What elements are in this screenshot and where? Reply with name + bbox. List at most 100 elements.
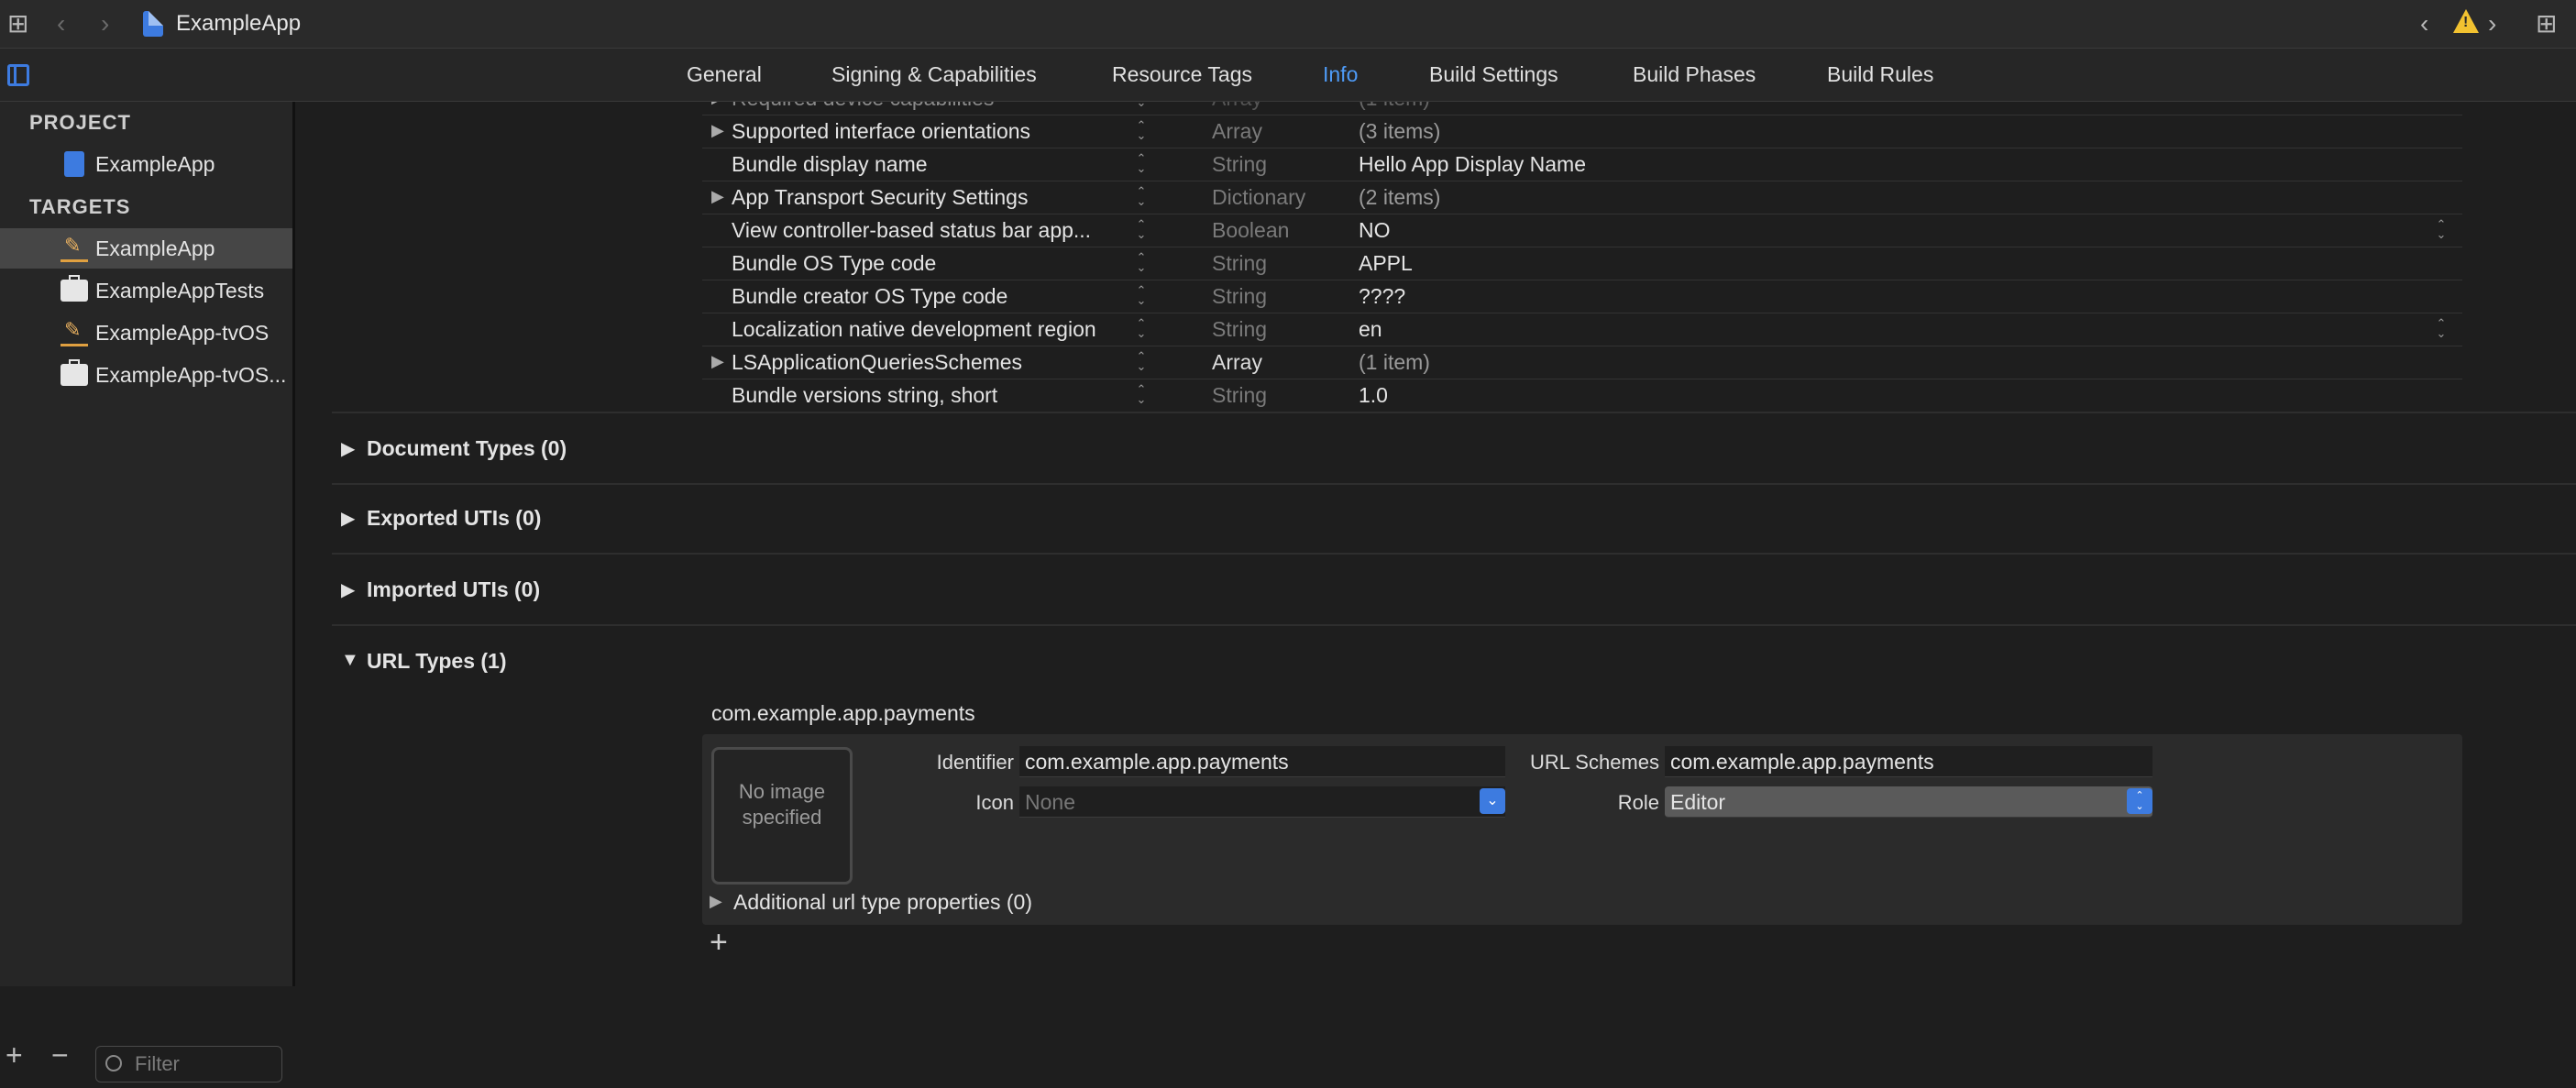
disclosure-triangle-icon[interactable]: ▶	[711, 102, 724, 107]
plist-value: (2 items)	[1359, 185, 1441, 209]
back-chevron-icon[interactable]: ‹	[57, 0, 65, 48]
url-schemes-field[interactable]: com.example.app.payments	[1665, 746, 2152, 777]
identifier-label: Identifier	[936, 751, 1014, 774]
key-stepper-icon[interactable]: ⌃⌄	[1135, 218, 1148, 241]
key-stepper-icon[interactable]: ⌃⌄	[1135, 152, 1148, 175]
add-url-type-button[interactable]: +	[710, 925, 728, 961]
sidebar-item-label: ExampleApp-tvOS	[95, 321, 270, 345]
section-url-types[interactable]: ▼ URL Types (1)	[332, 626, 2576, 696]
plist-value[interactable]: APPL	[1359, 247, 1413, 280]
tab-info[interactable]: Info	[1323, 49, 1358, 101]
plist-row[interactable]: ▶ Required device capabilities ⌃⌄ Array …	[702, 102, 2462, 115]
editor-tab-bar: General Signing & Capabilities Resource …	[0, 49, 2576, 102]
filter-field[interactable]: Filter	[95, 1046, 282, 1083]
plist-key: Bundle display name	[732, 152, 928, 176]
url-schemes-label: URL Schemes	[1529, 751, 1659, 774]
disclosure-triangle-icon[interactable]: ▶	[341, 437, 355, 460]
previous-issue-icon[interactable]: ‹	[2420, 0, 2428, 48]
disclosure-triangle-icon[interactable]: ▶	[710, 892, 722, 911]
project-navigator: PROJECT ExampleApp TARGETS ExampleApp Ex…	[0, 102, 295, 1083]
role-label: Role	[1617, 791, 1659, 814]
sidebar-item-label: ExampleAppTests	[95, 279, 265, 302]
icon-label: Icon	[975, 791, 1014, 814]
grid-icon[interactable]: ⊞	[7, 0, 28, 48]
navigator-toggle-icon[interactable]	[7, 64, 29, 86]
tab-resource-tags[interactable]: Resource Tags	[1112, 49, 1252, 101]
sidebar-item-target[interactable]: ExampleAppTests	[0, 270, 292, 311]
key-stepper-icon[interactable]: ⌃⌄	[1135, 317, 1148, 340]
disclosure-triangle-icon[interactable]: ▶	[341, 578, 355, 601]
value-popup-icon[interactable]: ⌃ ⌄	[2435, 317, 2448, 340]
sidebar-item-project[interactable]: ExampleApp	[0, 144, 292, 184]
plist-value[interactable]: NO	[1359, 214, 1391, 247]
disclosure-triangle-icon[interactable]: ▶	[711, 352, 724, 371]
sidebar-item-label: ExampleApp-tvOS...	[95, 363, 287, 387]
app-title[interactable]: ExampleApp	[176, 0, 301, 48]
plist-value[interactable]: ????	[1359, 280, 1405, 313]
additional-properties-row[interactable]: Additional url type properties (0)	[733, 890, 1032, 915]
project-file-icon	[143, 11, 163, 37]
plist-type: Dictionary	[1212, 185, 1306, 209]
tab-general[interactable]: General	[687, 49, 762, 101]
key-stepper-icon[interactable]: ⌃⌄	[1135, 119, 1148, 142]
disclosure-triangle-icon[interactable]: ▶	[711, 121, 724, 140]
plist-row[interactable]: Bundle display name ⌃ ⌄ String Hello App …	[702, 148, 2462, 181]
chevron-down-icon[interactable]: ⌄	[1480, 788, 1505, 814]
plist-key: View controller-based status bar app...	[732, 218, 1092, 242]
filter-placeholder: Filter	[135, 1052, 180, 1075]
identifier-field[interactable]: com.example.app.payments	[1019, 746, 1505, 777]
warning-icon[interactable]: !	[2453, 9, 2479, 33]
plist-key: LSApplicationQueriesSchemes	[732, 350, 1023, 374]
tab-build-settings[interactable]: Build Settings	[1429, 49, 1558, 101]
project-icon	[64, 151, 84, 177]
key-stepper-icon[interactable]: ⌃⌄	[1135, 350, 1148, 373]
section-title: URL Types (1)	[367, 649, 507, 673]
icon-select[interactable]: None ⌄	[1019, 786, 1505, 818]
remove-target-button[interactable]: −	[51, 1039, 69, 1072]
sidebar-item-label: ExampleApp	[95, 152, 215, 176]
key-stepper-icon[interactable]: ⌃⌄	[1135, 284, 1148, 307]
tab-signing-capabilities[interactable]: Signing & Capabilities	[831, 49, 1037, 101]
next-issue-icon[interactable]: ›	[2488, 0, 2496, 48]
section-document-types[interactable]: ▶ Document Types (0)	[332, 412, 2576, 485]
section-exported-utis[interactable]: ▶ Exported UTIs (0)	[332, 483, 2576, 555]
disclosure-triangle-icon[interactable]: ▶	[711, 187, 724, 206]
plist-row[interactable]: Bundle versions string, short ⌃ ⌄ String …	[702, 379, 2462, 412]
plist-type: Array	[1212, 119, 1262, 143]
value-popup-icon[interactable]: ⌃ ⌄	[2435, 218, 2448, 241]
icon-select-value: None	[1025, 790, 1075, 814]
url-icon-well[interactable]: No image specified	[711, 747, 853, 885]
stepper-icon[interactable]: ⌃ ⌄	[2127, 788, 2152, 814]
role-select-value: Editor	[1670, 790, 1726, 814]
sidebar-item-target[interactable]: ExampleApp-tvOS	[0, 313, 292, 353]
tab-build-rules[interactable]: Build Rules	[1827, 49, 1933, 101]
plist-row[interactable]: ▶ App Transport Security Settings ⌃ ⌄ Dic…	[702, 181, 2462, 214]
plist-row[interactable]: View controller-based status bar app... …	[702, 214, 2462, 247]
add-target-button[interactable]: +	[6, 1039, 23, 1072]
key-stepper-icon[interactable]: ⌃⌄	[1135, 383, 1148, 406]
plist-type: Array	[1212, 350, 1262, 374]
add-editor-icon[interactable]: ⊞	[2536, 0, 2557, 48]
plist-value[interactable]: 1.0	[1359, 379, 1388, 412]
key-stepper-icon[interactable]: ⌃⌄	[1135, 185, 1148, 208]
plist-type: Array	[1212, 102, 1262, 115]
key-stepper-icon[interactable]: ⌃⌄	[1135, 251, 1148, 274]
plist-type: String	[1212, 152, 1268, 176]
plist-row[interactable]: ▶ LSApplicationQueriesSchemes ⌃ ⌄ Array (…	[702, 346, 2462, 379]
plist-row[interactable]: Bundle OS Type code ⌃ ⌄ String APPL	[702, 247, 2462, 280]
key-stepper-icon[interactable]: ⌃⌄	[1135, 102, 1148, 109]
plist-row[interactable]: Localization native development region ⌃…	[702, 313, 2462, 346]
tab-build-phases[interactable]: Build Phases	[1633, 49, 1756, 101]
plist-row[interactable]: ▶ Supported interface orientations ⌃ ⌄ Ar…	[702, 115, 2462, 148]
forward-chevron-icon[interactable]: ›	[101, 0, 109, 48]
role-select[interactable]: Editor ⌃ ⌄	[1665, 786, 2152, 818]
plist-value[interactable]: Hello App Display Name	[1359, 148, 1586, 181]
plist-value[interactable]: en	[1359, 313, 1382, 346]
sidebar-item-target[interactable]: ExampleApp-tvOS...	[0, 355, 292, 395]
section-imported-utis[interactable]: ▶ Imported UTIs (0)	[332, 555, 2576, 626]
disclosure-triangle-expanded-icon[interactable]: ▼	[341, 650, 359, 671]
test-bundle-icon	[61, 275, 88, 302]
plist-row[interactable]: Bundle creator OS Type code ⌃ ⌄ String ??…	[702, 280, 2462, 313]
sidebar-item-target[interactable]: ExampleApp	[0, 228, 292, 269]
disclosure-triangle-icon[interactable]: ▶	[341, 507, 355, 530]
